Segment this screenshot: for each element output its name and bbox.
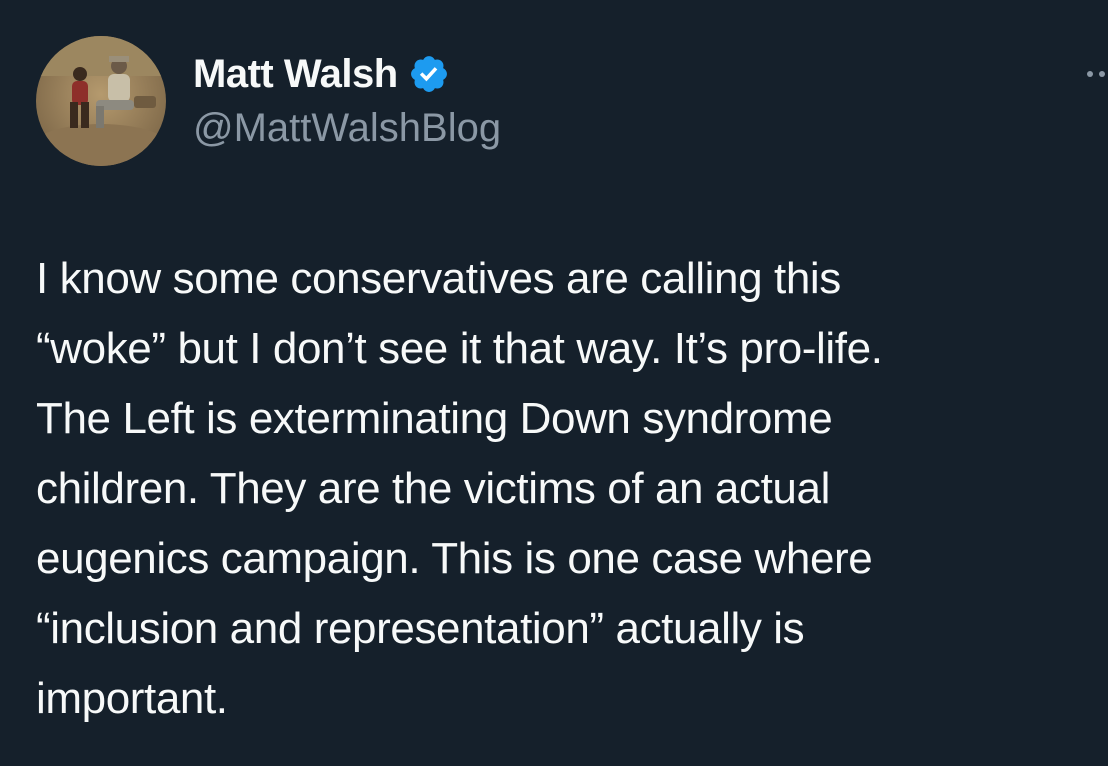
tweet-text: I know some conservatives are calling th… — [36, 244, 1096, 734]
tweet-text-line: I know some conservatives are calling th… — [36, 254, 841, 303]
author-name-row: Matt Walsh — [193, 46, 450, 102]
tweet-text-line: “woke” but I don’t see it that way. It’s… — [36, 324, 883, 373]
author-handle[interactable]: @MattWalshBlog — [193, 106, 501, 151]
tweet-text-line: “inclusion and representation” actually … — [36, 604, 805, 653]
tweet-card: Matt Walsh @MattWalshBlog I know some co… — [0, 0, 1108, 766]
verified-badge-icon — [408, 53, 450, 95]
tweet-text-line: The Left is exterminating Down syndrome — [36, 394, 833, 443]
tweet-text-line: children. They are the victims of an act… — [36, 464, 830, 513]
tweet-text-line: important. — [36, 674, 228, 723]
tweet-text-line: eugenics campaign. This is one case wher… — [36, 534, 873, 583]
display-name[interactable]: Matt Walsh — [193, 52, 398, 97]
avatar[interactable] — [36, 36, 166, 166]
more-options-icon[interactable] — [1084, 66, 1108, 82]
